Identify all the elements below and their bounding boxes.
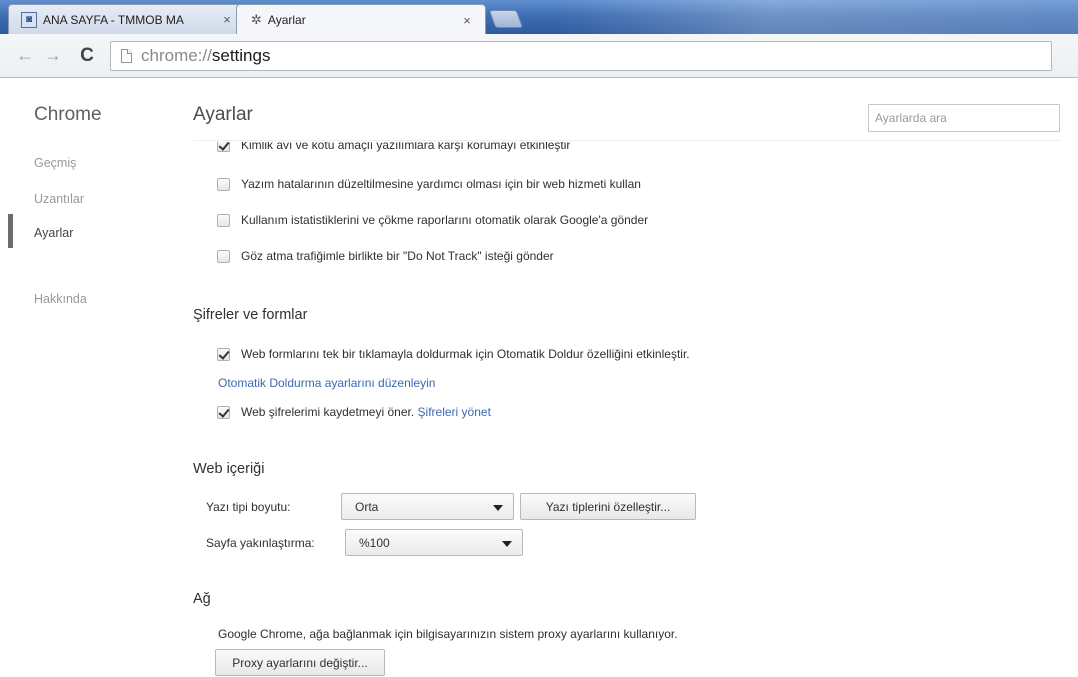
tab-close-icon[interactable]: × <box>459 13 475 28</box>
settings-search-input[interactable] <box>868 104 1060 132</box>
page-icon <box>121 48 132 63</box>
settings-sidebar: Chrome Geçmiş Uzantılar Ayarlar Hakkında <box>0 78 175 677</box>
option-label: Göz atma trafiğimle birlikte bir "Do Not… <box>241 249 554 263</box>
settings-main: Ayarlar Kimlik avı ve kötü amaçlı yazılı… <box>175 78 1078 677</box>
tab-ayarlar[interactable]: ✲ Ayarlar × <box>236 4 486 34</box>
privacy-option-spelling[interactable]: Yazım hatalarının düzeltilmesine yardımc… <box>217 177 641 191</box>
option-label: Yazım hatalarının düzeltilmesine yardımc… <box>241 177 641 191</box>
tab-title: ANA SAYFA - TMMOB MA <box>43 12 184 27</box>
dropdown-arrow-icon <box>493 505 503 511</box>
select-value: Orta <box>355 499 379 514</box>
browser-toolbar: ← → C chrome://settings <box>0 34 1078 78</box>
privacy-option-do-not-track[interactable]: Göz atma trafiğimle birlikte bir "Do Not… <box>217 249 554 263</box>
network-description: Google Chrome, ağa bağlanmak için bilgis… <box>218 627 678 641</box>
tab-close-icon[interactable]: × <box>219 12 235 27</box>
do-not-track-checkbox[interactable] <box>217 249 230 263</box>
new-tab-button[interactable] <box>488 10 524 28</box>
url-scheme: chrome:// <box>141 45 212 65</box>
sidebar-item-gecmis[interactable]: Geçmiş <box>34 156 76 170</box>
section-title-passwords: Şifreler ve formlar <box>193 307 308 323</box>
sidebar-selection-indicator <box>8 214 13 248</box>
customize-fonts-button[interactable]: Yazı tiplerini özelleştir... <box>520 493 696 520</box>
address-bar[interactable]: chrome://settings <box>110 40 1052 71</box>
proxy-settings-button[interactable]: Proxy ayarlarını değiştir... <box>215 649 385 676</box>
option-label: Kimlik avı ve kötü amaçlı yazılımlara ka… <box>241 142 571 152</box>
page-zoom-select[interactable]: %100 <box>345 529 523 556</box>
option-label: Kullanım istatistiklerini ve çökme rapor… <box>241 213 649 227</box>
section-title-web-content: Web içeriği <box>193 461 265 477</box>
section-title-network: Ağ <box>193 591 211 607</box>
sidebar-item-hakkinda[interactable]: Hakkında <box>34 292 87 306</box>
font-size-select[interactable]: Orta <box>341 493 514 520</box>
manage-passwords-link[interactable]: Şifreleri yönet <box>418 405 491 419</box>
url-host: settings <box>211 45 271 65</box>
phishing-checkbox[interactable] <box>217 142 230 152</box>
option-label: Web şifrelerimi kaydetmeyi öner. <box>241 405 415 419</box>
tab-strip: ◙ ANA SAYFA - TMMOB MA × ✲ Ayarlar × <box>0 0 1078 34</box>
sidebar-brand: Chrome <box>34 104 102 125</box>
spelling-checkbox[interactable] <box>217 177 230 191</box>
tab-tmmob[interactable]: ◙ ANA SAYFA - TMMOB MA × <box>8 4 246 34</box>
save-passwords-checkbox[interactable] <box>217 405 230 419</box>
gear-icon: ✲ <box>251 12 262 27</box>
sidebar-item-uzantilar[interactable]: Uzantılar <box>34 192 84 206</box>
save-passwords-option[interactable]: Web şifrelerimi kaydetmeyi öner. Şifrele… <box>217 405 491 419</box>
autofill-checkbox[interactable] <box>217 347 230 361</box>
sidebar-item-ayarlar[interactable]: Ayarlar <box>34 226 73 240</box>
select-value: %100 <box>359 535 390 550</box>
dropdown-arrow-icon <box>502 541 512 547</box>
back-arrow-icon[interactable]: ← <box>14 45 36 66</box>
reload-icon[interactable]: C <box>76 45 98 67</box>
site-favicon-icon: ◙ <box>21 11 37 28</box>
page-title: Ayarlar <box>193 104 253 125</box>
privacy-option-phishing[interactable]: Kimlik avı ve kötü amaçlı yazılımlara ka… <box>217 142 570 152</box>
tab-title: Ayarlar <box>267 13 306 27</box>
page-zoom-label: Sayfa yakınlaştırma: <box>206 536 315 550</box>
forward-arrow-icon[interactable]: → <box>42 45 64 66</box>
autofill-option[interactable]: Web formlarını tek bir tıklamayla doldur… <box>217 347 690 361</box>
option-label: Web formlarını tek bir tıklamayla doldur… <box>241 347 690 361</box>
header-divider <box>193 140 1060 141</box>
autofill-settings-link[interactable]: Otomatik Doldurma ayarlarını düzenleyin <box>218 376 435 390</box>
privacy-option-usage-stats[interactable]: Kullanım istatistiklerini ve çökme rapor… <box>217 213 648 227</box>
usage-stats-checkbox[interactable] <box>217 213 230 227</box>
font-size-label: Yazı tipi boyutu: <box>206 500 291 514</box>
